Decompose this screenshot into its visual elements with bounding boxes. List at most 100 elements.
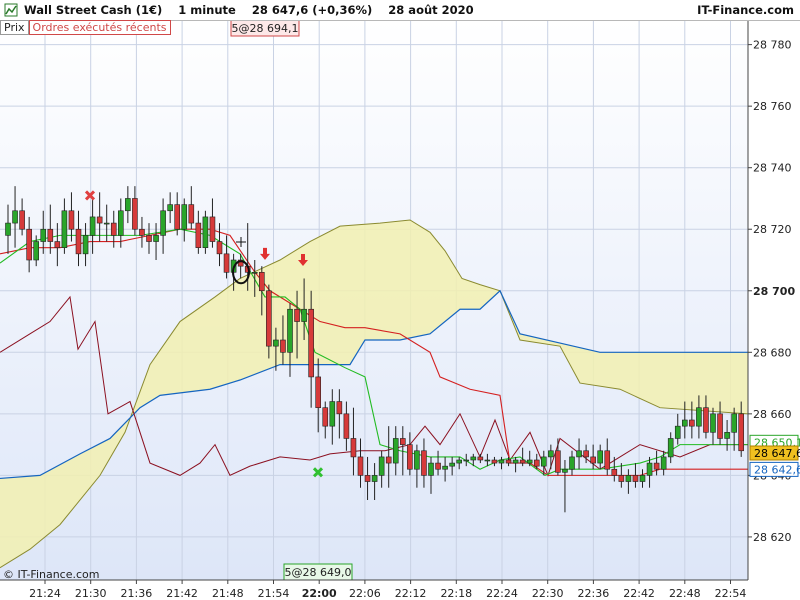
candle-body [456, 459, 463, 464]
candle-body [689, 419, 695, 427]
candle-body [463, 459, 470, 462]
candle-body [526, 459, 533, 464]
order-label-buy: 5@28 649,0 [283, 563, 353, 581]
candle-body [195, 222, 202, 248]
x-tick-label: 21:42 [166, 587, 198, 600]
candle-body [505, 459, 512, 464]
candle-body [604, 450, 611, 470]
candle-body [555, 450, 561, 473]
candle-body [548, 450, 554, 458]
candle-body [385, 456, 392, 464]
candle-body [498, 459, 505, 464]
y-tick-label: 28 760 [753, 100, 792, 113]
candle-body [710, 413, 716, 433]
candle-body [569, 456, 575, 470]
candle-body [61, 210, 68, 248]
candle-body [590, 456, 596, 464]
legend-item-prix[interactable]: Prix [0, 20, 29, 35]
candle-body [660, 456, 667, 470]
candle-body [703, 407, 709, 433]
candle-body [273, 339, 279, 347]
candle-body [89, 216, 96, 236]
candle-body [378, 456, 385, 476]
kijun-value-tag-text: 28 642,6 [754, 463, 800, 476]
candle-body [738, 413, 745, 452]
legend: Prix Ordres exécutés récents [0, 20, 171, 35]
candle-body [40, 228, 47, 242]
x-tick-label: 22:42 [623, 587, 655, 600]
candle-body [392, 438, 399, 464]
candle-body [724, 432, 730, 439]
x-tick-label: 22:06 [349, 587, 381, 600]
last-price-tag: 28 647,6 [749, 445, 800, 461]
candle-body [110, 222, 117, 236]
x-tick-label: 21:24 [29, 587, 61, 600]
candle-body [5, 222, 11, 236]
last-price-tag-text: 28 647,6 [754, 447, 800, 460]
candle-body [421, 450, 427, 476]
candle-body [519, 459, 526, 464]
candle-body [103, 222, 110, 225]
candle-body [96, 216, 103, 224]
candle-body [266, 290, 272, 347]
x-tick-label: 21:48 [212, 587, 244, 600]
candle-body [315, 376, 322, 408]
price-chart[interactable]: 5@28 694,15@28 649,0 28 62028 64028 6602… [0, 0, 800, 600]
x-tick-label: 22:48 [669, 587, 701, 600]
candle-body [625, 475, 632, 482]
chart-window: 5@28 694,15@28 649,0 28 62028 64028 6602… [0, 0, 800, 600]
candle-body [54, 241, 61, 248]
candle-body [435, 462, 441, 470]
candle-body [308, 308, 314, 378]
y-tick-label: 28 620 [753, 531, 792, 544]
candle-body [512, 459, 519, 464]
x-tick-label: 22:36 [578, 587, 610, 600]
candle-body [251, 272, 258, 274]
y-tick-label: 28 780 [753, 39, 792, 52]
candle-body [146, 235, 152, 242]
title-bar: Wall Street Cash (1€) 1 minute 28 647,6 … [0, 0, 800, 21]
x-tick-label: 22:30 [532, 587, 564, 600]
x-tick-label: 22:18 [440, 587, 472, 600]
x-tick-label: 22:54 [715, 587, 747, 600]
candle-body [322, 407, 329, 427]
brand-label: IT-Finance.com [697, 3, 794, 17]
candle-body [258, 272, 265, 292]
legend-item-orders[interactable]: Ordres exécutés récents [28, 20, 171, 35]
candle-body [407, 444, 413, 470]
candle-body [188, 204, 195, 224]
candle-body [533, 459, 540, 467]
candle-body [329, 401, 336, 427]
candle-body [399, 438, 406, 445]
x-tick-label: 22:12 [395, 587, 427, 600]
candle-body [174, 204, 180, 230]
candle-body [12, 210, 18, 224]
candle-body [216, 241, 223, 255]
candle-body [428, 462, 434, 476]
order-label-text: 5@28 649,0 [285, 566, 352, 579]
price-tags: 28 650,128 647,628 642,6 [749, 434, 800, 477]
candle-body [583, 450, 589, 458]
x-tick-label: 21:54 [258, 587, 290, 600]
candle-body [576, 450, 582, 458]
x-tick-label: 22:00 [302, 587, 337, 600]
candle-body [632, 475, 639, 482]
x-axis: 21:24 21:30 21:36 21:42 21:48 21:54 22:00 22:06… [29, 580, 746, 600]
candle-body [223, 253, 230, 273]
candle-body [477, 456, 484, 461]
candle-body [491, 459, 498, 464]
y-tick-label: 28 680 [753, 346, 792, 359]
y-tick-label: 28 740 [753, 162, 792, 175]
candle-body [343, 413, 350, 439]
candle-body [364, 475, 371, 482]
candle-body [47, 228, 54, 242]
candle-body [280, 339, 286, 353]
candle-body [597, 450, 604, 464]
order-label-text: 5@28 694,1 [232, 22, 299, 35]
candle-body [449, 462, 455, 467]
order-label-sell: 5@28 694,1 [230, 19, 300, 37]
candle-body [717, 413, 723, 439]
candle-body [181, 204, 188, 230]
candle-body [639, 475, 646, 482]
candle-body [75, 228, 82, 255]
